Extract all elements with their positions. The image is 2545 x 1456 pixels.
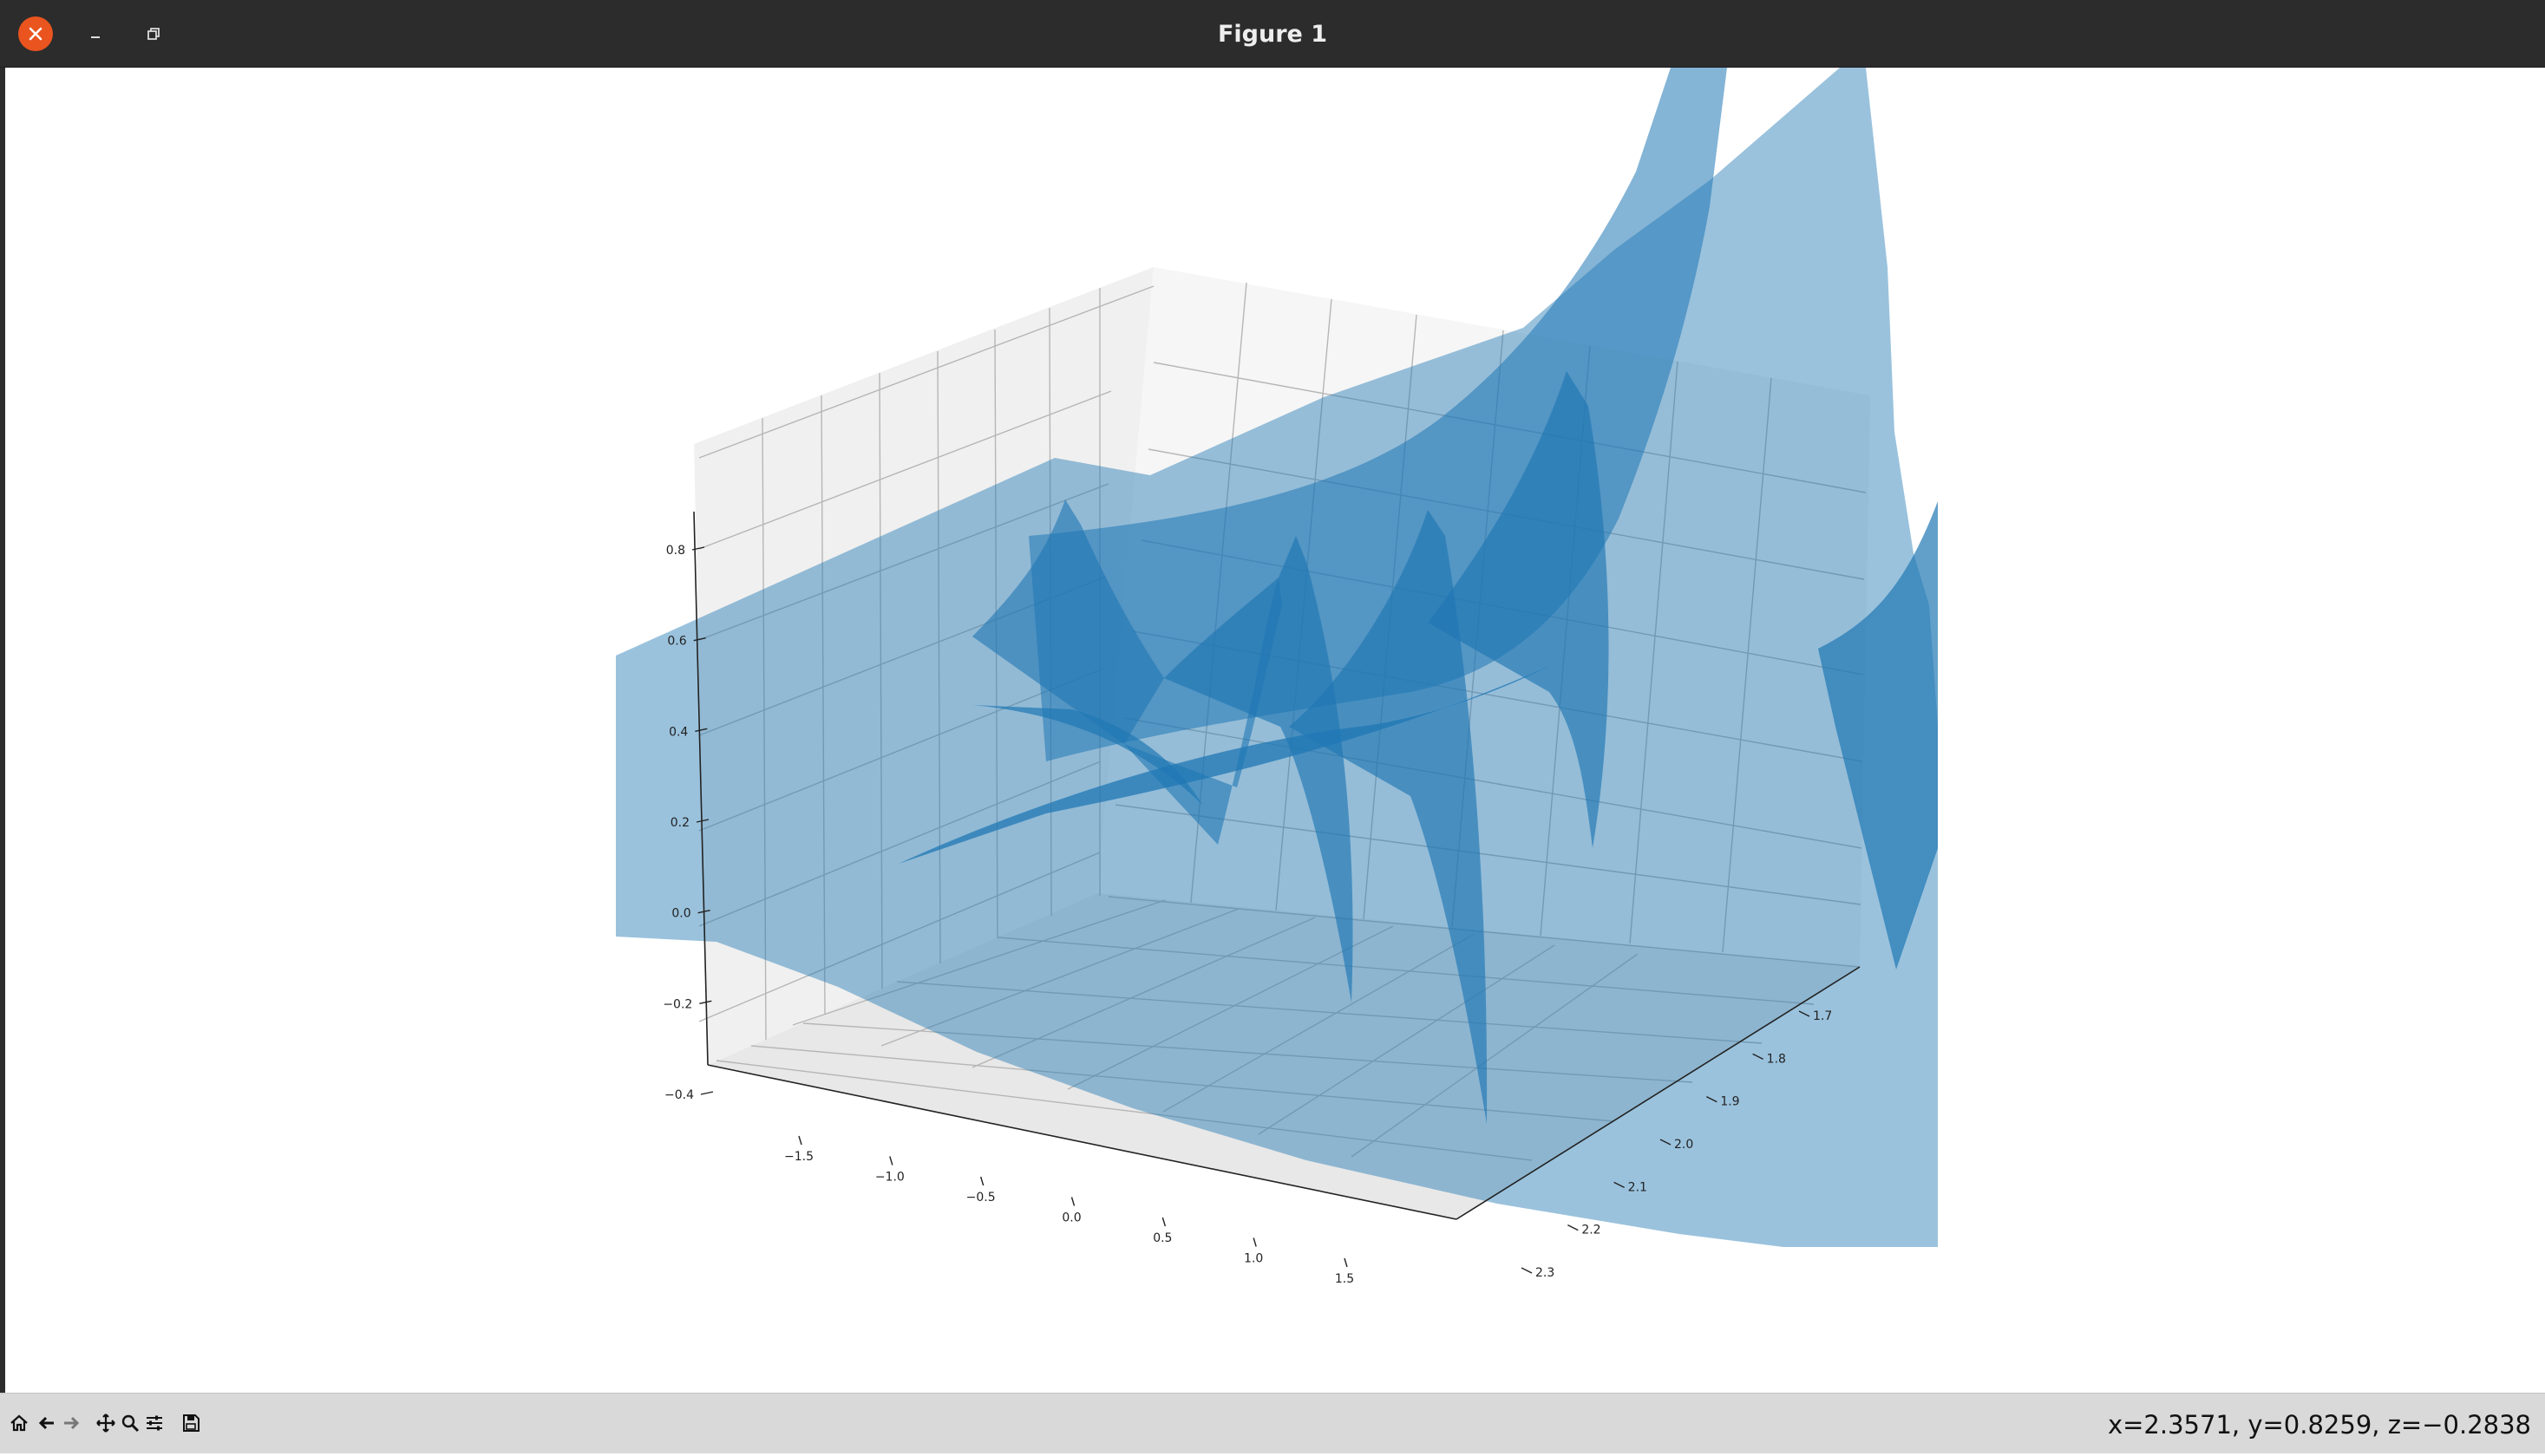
x-tick-label: 0.0 [1062,1211,1081,1225]
y-tick-label: 1.9 [1720,1095,1739,1109]
x-tick-mark [1070,1197,1076,1206]
home-icon [10,1414,28,1432]
y-tick-mark [1567,1224,1579,1231]
title-bar: Figure 1 [0,0,2545,68]
x-tick-label: 1.0 [1244,1252,1263,1266]
home-button[interactable] [7,1411,31,1435]
x-tick-mark [1344,1257,1348,1268]
z-tick-label: 0.8 [666,544,685,558]
x-tick-label: 0.5 [1153,1231,1172,1245]
y-tick-label: 1.7 [1813,1009,1832,1023]
save-icon [183,1414,200,1432]
z-tick-label: 0.2 [671,816,690,830]
x-tick-mark [1253,1237,1257,1247]
figure-canvas[interactable]: −0.4 −0.2 0.0 0.2 0.4 0.6 0.8 −1.5 −1.0 −0.5 0.0 0… [5,68,2545,1393]
z-tick-label: 0.0 [671,907,690,921]
pan-icon [96,1414,115,1433]
z-tick-mark [700,1091,714,1095]
pan-button[interactable] [94,1411,118,1435]
y-tick-label: 2.0 [1674,1138,1693,1152]
zoom-button[interactable] [118,1411,142,1435]
zoom-icon [121,1414,140,1433]
window-title: Figure 1 [1217,21,1328,48]
forward-arrow-icon [64,1416,80,1430]
back-button[interactable] [35,1411,59,1435]
z-tick-label: 0.4 [669,725,688,739]
configure-subplots-button[interactable] [142,1411,167,1435]
z-tick-label: −0.2 [663,997,692,1011]
x-tick-label: −0.5 [966,1191,996,1205]
x-tick-mark [1161,1217,1167,1227]
x-tick-label: −1.5 [784,1150,814,1164]
y-tick-label: 2.3 [1535,1266,1554,1280]
y-tick-mark [1521,1267,1533,1274]
x-tick-mark [798,1135,802,1146]
z-tick-label: −0.4 [664,1088,694,1102]
surface-plot: −0.4 −0.2 0.0 0.2 0.4 0.6 0.8 −1.5 −1.0 −0.5 0.0 0… [616,68,1938,1286]
save-button[interactable] [179,1411,203,1435]
x-tick-label: −1.0 [875,1171,905,1185]
x-tick-mark [889,1156,893,1165]
configure-subplots-icon [147,1415,162,1431]
y-tick-label: 2.1 [1628,1180,1647,1194]
forward-button[interactable] [59,1411,83,1435]
z-tick-label: 0.6 [667,635,686,649]
x-tick-mark [979,1176,985,1186]
y-tick-label: 1.8 [1767,1052,1786,1066]
back-arrow-icon [38,1416,54,1430]
y-tick-label: 2.2 [1581,1224,1600,1237]
x-tick-label: 1.5 [1335,1272,1354,1286]
navigation-toolbar: x=2.3571, y=0.8259, z=−0.2838 [0,1393,2545,1453]
cursor-coordinates: x=2.3571, y=0.8259, z=−0.2838 [2107,1410,2531,1440]
